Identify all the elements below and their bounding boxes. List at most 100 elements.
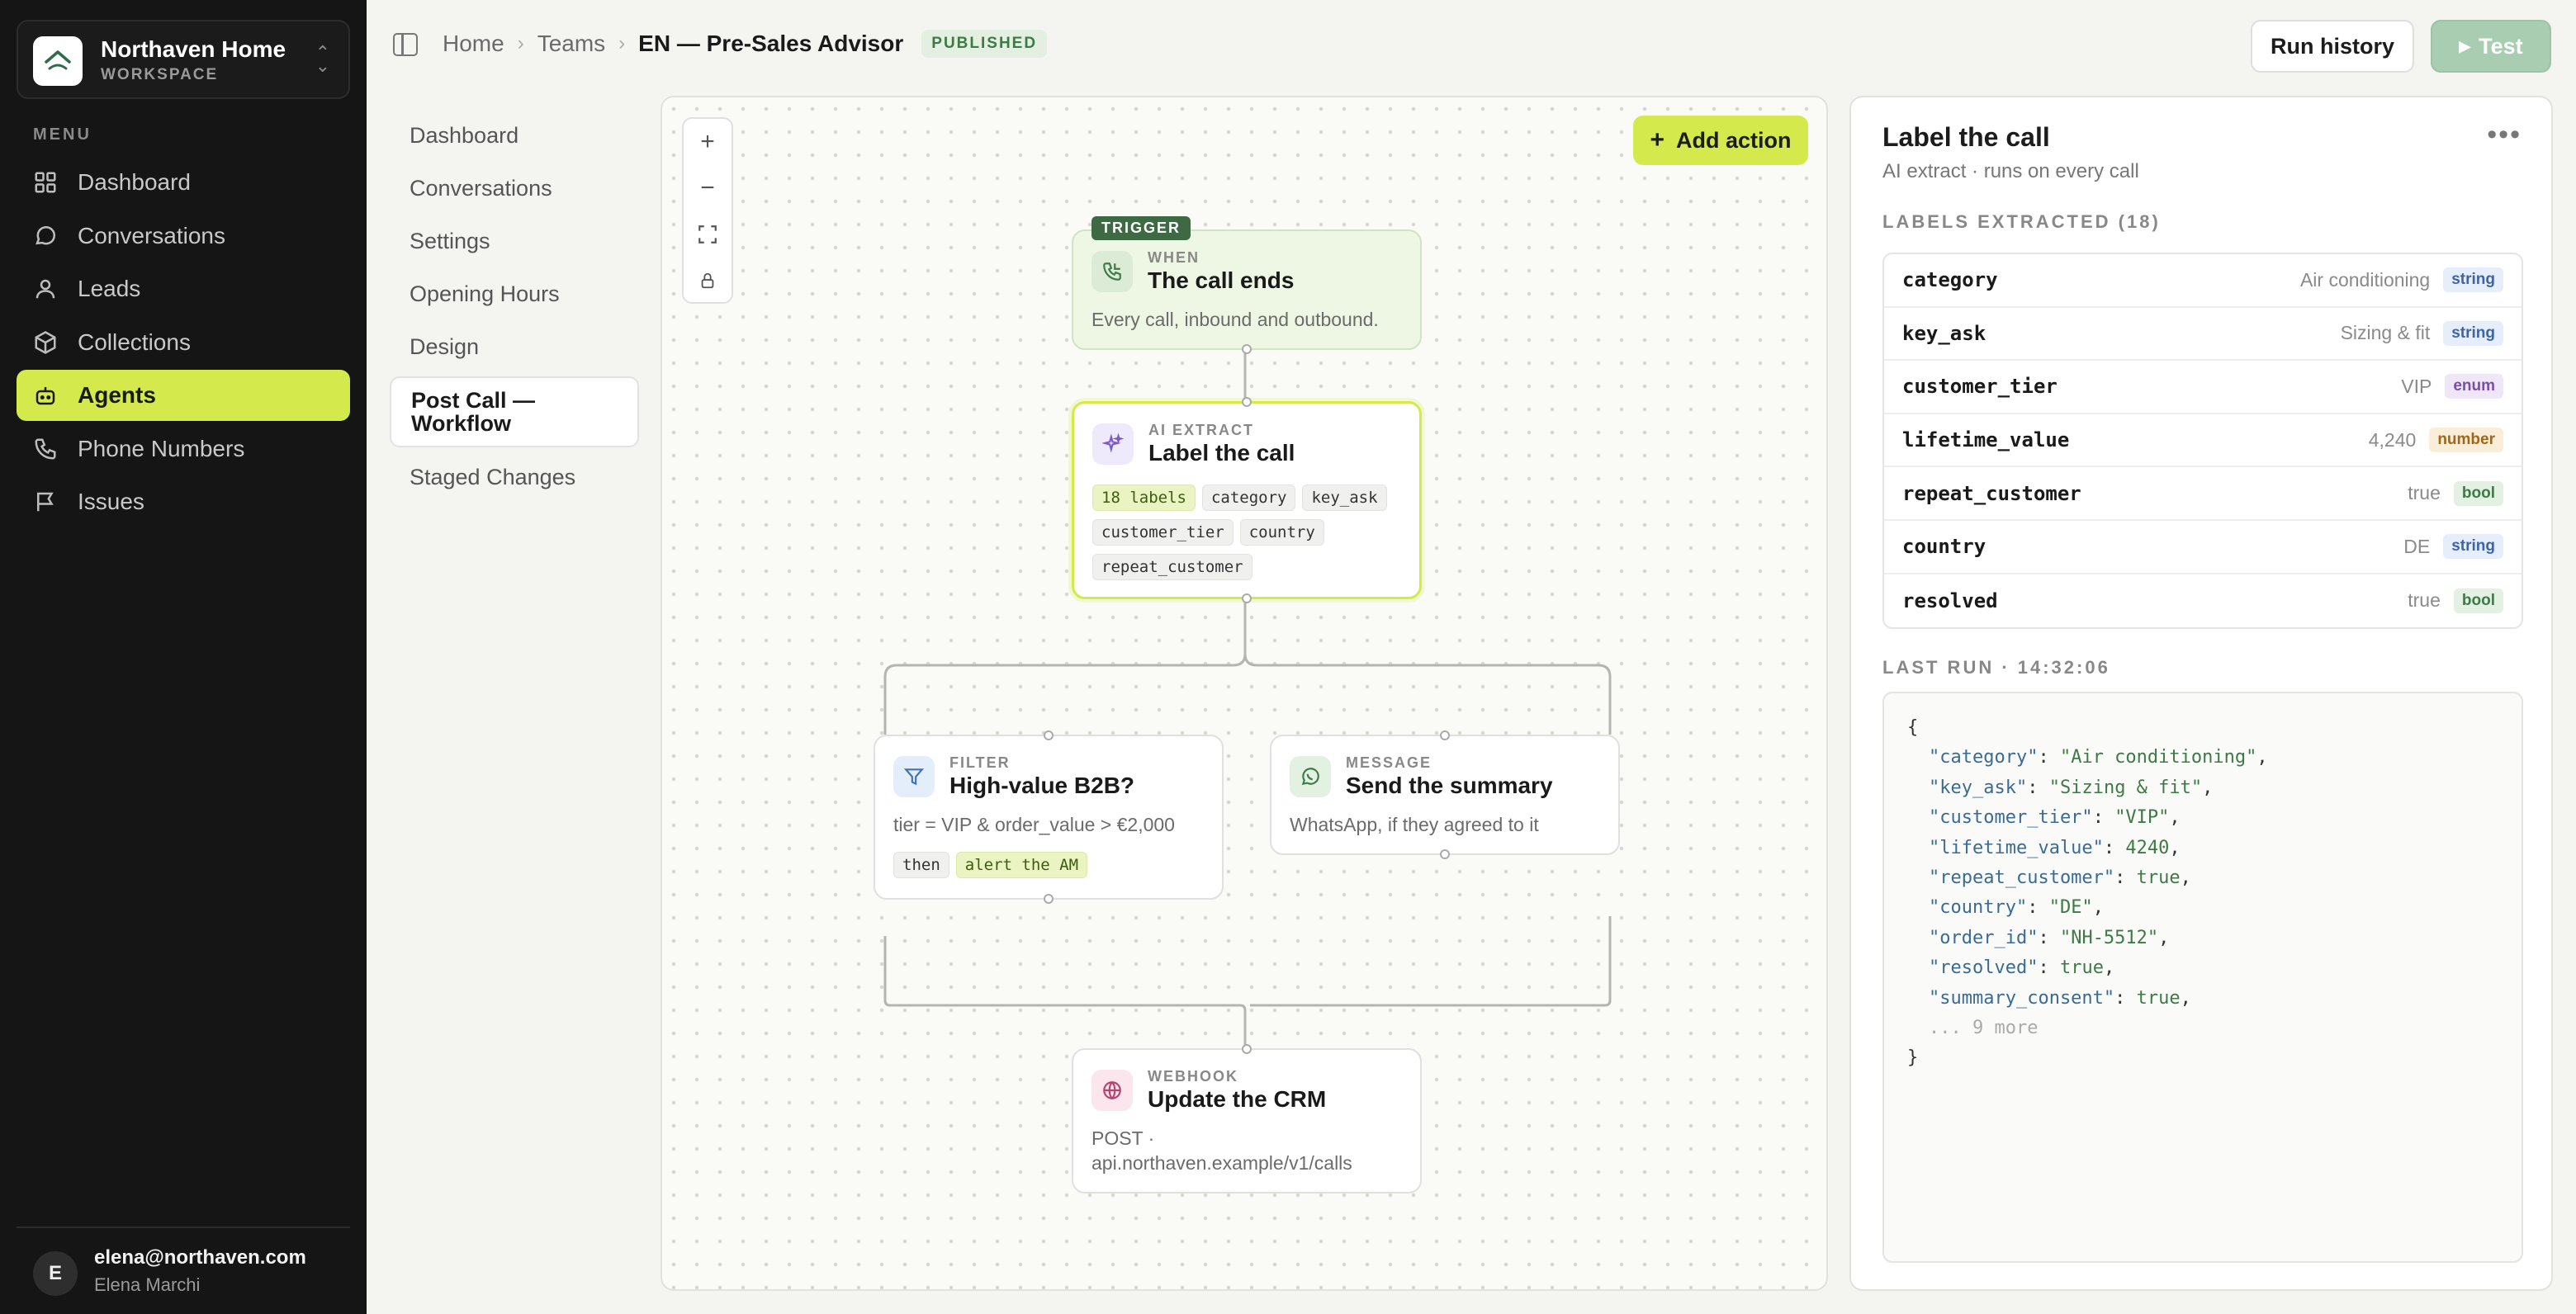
label-key: key_ask xyxy=(1902,321,1986,345)
breadcrumb-teams[interactable]: Teams xyxy=(537,31,605,57)
output-port[interactable] xyxy=(1242,593,1252,603)
nav-item-label: Agents xyxy=(78,382,156,408)
filter-node[interactable]: FILTER High-value B2B? tier = VIP & orde… xyxy=(874,730,1224,904)
labels-heading: LABELS EXTRACTED (18) xyxy=(1882,211,2161,232)
chevron-right-icon: › xyxy=(618,32,626,54)
nav-item-label: Phone Numbers xyxy=(78,435,245,461)
label-chip: country xyxy=(1239,519,1324,546)
subnav-dashboard[interactable]: Dashboard xyxy=(390,109,639,162)
last-run-json: { "category": "Air conditioning", "key_a… xyxy=(1882,692,2523,1263)
subnav-staged-changes[interactable]: Staged Changes xyxy=(390,451,639,503)
output-port[interactable] xyxy=(1044,894,1054,904)
breadcrumb-home[interactable]: Home xyxy=(443,31,504,57)
type-badge: string xyxy=(2443,534,2503,560)
last-run-heading: LAST RUN · 14:32:06 xyxy=(1882,657,2110,678)
add-action-button[interactable]: + Add action xyxy=(1633,116,1808,165)
nav-item-conversations[interactable]: Conversations xyxy=(17,210,350,262)
subnav-conversations[interactable]: Conversations xyxy=(390,162,639,215)
message-node[interactable]: MESSAGE Send the summary WhatsApp, if th… xyxy=(1270,730,1620,859)
node-description: tier = VIP & order_value > €2,000 xyxy=(893,814,1175,835)
alert-chip: alert the AM xyxy=(955,852,1088,878)
label-chip: customer_tier xyxy=(1092,519,1234,546)
input-port[interactable] xyxy=(1242,1044,1252,1054)
subnav-design[interactable]: Design xyxy=(390,320,639,373)
node-description: POST · xyxy=(1091,1127,1155,1149)
input-port[interactable] xyxy=(1440,730,1450,740)
workflow-canvas[interactable]: + − + Add action TRIGGER WHEN The call e… xyxy=(661,96,1828,1291)
subnav-settings[interactable]: Settings xyxy=(390,215,639,267)
json-value: true xyxy=(2136,867,2181,889)
node-title: Label the call xyxy=(1148,440,1295,466)
sparkle-icon xyxy=(1092,423,1134,465)
label-value: 4,240 xyxy=(2368,428,2417,451)
whatsapp-icon xyxy=(1290,756,1331,797)
trigger-node[interactable]: TRIGGER WHEN The call ends Every call, i… xyxy=(1072,216,1422,354)
grid-icon xyxy=(35,172,56,193)
subnav-opening-hours[interactable]: Opening Hours xyxy=(390,267,639,320)
sidebar: Northaven Home WORKSPACE ⌃ ⌄ MENU Dashboa… xyxy=(0,0,367,1314)
user-name: Elena Marchi xyxy=(94,1274,201,1295)
nav-item-leads[interactable]: Leads xyxy=(17,263,350,314)
breadcrumb-current: EN — Pre-Sales Advisor xyxy=(638,31,904,56)
json-value: "DE" xyxy=(2048,897,2093,919)
workspace-label: WORKSPACE xyxy=(101,66,219,83)
trigger-tag: TRIGGER xyxy=(1091,216,1191,240)
label-row: resolved true bool xyxy=(1884,574,2522,628)
nav-item-agents[interactable]: Agents xyxy=(17,370,350,421)
globe-icon xyxy=(1091,1070,1133,1111)
lock-icon[interactable] xyxy=(684,258,732,304)
chat-icon xyxy=(36,225,56,244)
output-port[interactable] xyxy=(1242,344,1252,354)
panel-title: Label the call xyxy=(1882,122,2050,152)
test-button-label: Test xyxy=(2479,33,2523,59)
nav-item-dashboard[interactable]: Dashboard xyxy=(17,157,350,208)
json-open: { xyxy=(1907,717,1919,738)
phone-icon xyxy=(35,438,56,460)
nav-item-collections[interactable]: Collections xyxy=(17,317,350,368)
node-description: Every call, inbound and outbound. xyxy=(1091,309,1379,330)
person-icon xyxy=(36,279,55,299)
run-history-button[interactable]: Run history xyxy=(2251,20,2414,73)
type-badge: enum xyxy=(2445,374,2503,399)
nav-item-label: Conversations xyxy=(78,222,225,248)
workspace-name: Northaven Home xyxy=(101,36,286,62)
label-row: lifetime_value 4,240 number xyxy=(1884,414,2522,468)
more-options-icon[interactable]: ••• xyxy=(2487,121,2522,149)
output-port[interactable] xyxy=(1440,849,1450,859)
input-port[interactable] xyxy=(1044,730,1054,740)
type-badge: string xyxy=(2443,320,2503,346)
node-title: The call ends xyxy=(1148,267,1295,293)
fit-view-icon[interactable] xyxy=(684,211,732,258)
zoom-in-icon[interactable]: + xyxy=(684,119,732,165)
bot-icon xyxy=(36,387,55,405)
label-row: key_ask Sizing & fit string xyxy=(1884,308,2522,362)
zoom-controls: + − xyxy=(682,117,733,304)
status-badge: PUBLISHED xyxy=(921,30,1048,58)
json-value: 4240 xyxy=(2125,837,2170,858)
user-menu[interactable]: E elena@northaven.com Elena Marchi xyxy=(17,1227,350,1314)
nav-item-phone-numbers[interactable]: Phone Numbers xyxy=(17,423,350,475)
test-button[interactable]: ▶ Test xyxy=(2431,20,2551,73)
json-key: "customer_tier" xyxy=(1929,807,2093,829)
label-value: Air conditioning xyxy=(2299,268,2431,291)
label-value: Sizing & fit xyxy=(2340,322,2431,344)
workspace-switcher[interactable]: Northaven Home WORKSPACE ⌃ ⌄ xyxy=(17,20,350,99)
input-port[interactable] xyxy=(1242,397,1252,407)
node-kind: WHEN xyxy=(1148,249,1200,266)
zoom-out-icon[interactable]: − xyxy=(684,165,732,211)
sidebar-toggle-icon[interactable] xyxy=(393,33,418,56)
json-value: "Sizing & fit" xyxy=(2048,777,2203,798)
ai-extract-node[interactable]: AI EXTRACT Label the call 18 labels categ… xyxy=(1072,397,1422,603)
node-description: WhatsApp, if they agreed to it xyxy=(1290,814,1539,835)
user-email: elena@northaven.com xyxy=(94,1246,306,1269)
subnav-post-call-workflow[interactable]: Post Call — Workflow xyxy=(390,376,639,447)
webhook-node[interactable]: WEBHOOK Update the CRM POST · api.northa… xyxy=(1072,1044,1422,1193)
breadcrumb: Home › Teams › EN — Pre-Sales Advisor PU… xyxy=(443,30,1048,58)
label-key: category xyxy=(1902,268,1998,292)
json-more[interactable]: ... 9 more xyxy=(1907,1014,2498,1043)
node-title: High-value B2B? xyxy=(949,773,1135,798)
nav-item-issues[interactable]: Issues xyxy=(17,476,350,527)
nav-item-label: Issues xyxy=(78,489,144,514)
label-chips: 18 labels category key_ask customer_tier cou… xyxy=(1092,484,1414,588)
node-kind: AI EXTRACT xyxy=(1148,422,1254,438)
